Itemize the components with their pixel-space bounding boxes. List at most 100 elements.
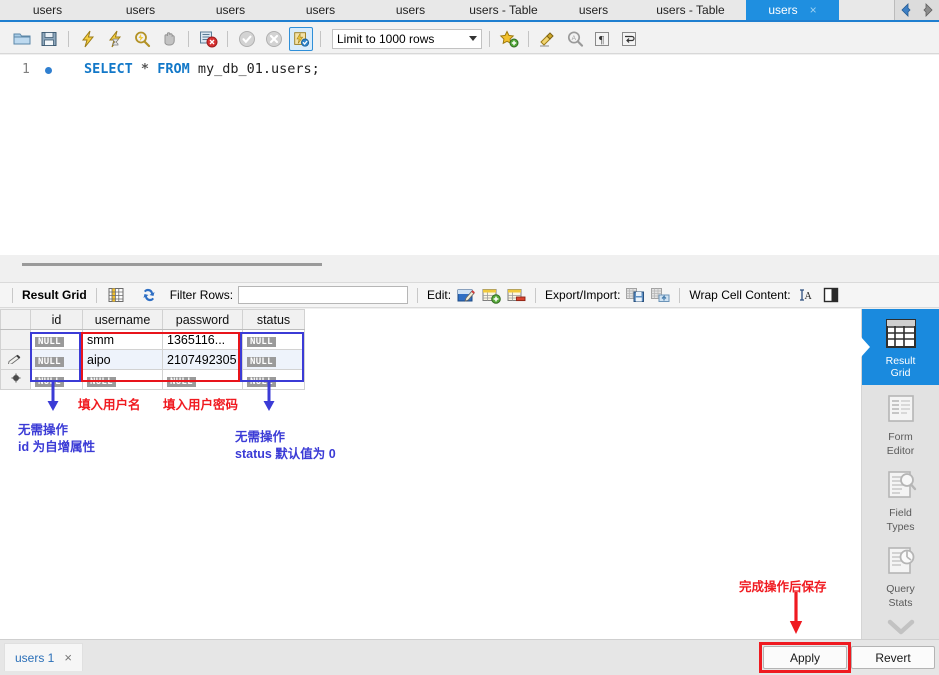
cell-password[interactable]: 2107492305 [162,349,243,370]
arrow-left-icon[interactable] [898,2,914,18]
autocommit-icon[interactable] [289,26,313,51]
annotation-id-line2: id 为自增属性 [18,440,96,454]
svg-text:¶: ¶ [599,34,604,46]
add-snippet-icon[interactable] [497,27,521,51]
row-marker-cell[interactable] [0,369,31,390]
cell-password[interactable]: NULL [162,369,243,390]
null-badge: NULL [247,356,276,367]
chevron-down-icon[interactable] [469,36,477,41]
table-row[interactable]: NULL smm 1365116... NULL [0,329,305,350]
grid-view-icon[interactable] [106,285,126,305]
chevron-down-icon[interactable] [862,613,939,641]
toolbar-separator [528,30,529,47]
editor-tab-3[interactable]: users [186,0,276,20]
editor-tab-6[interactable]: users - Table [456,0,552,20]
cell-password[interactable]: 1365116... [162,329,243,350]
commit-icon[interactable] [235,27,259,51]
wrap-text-icon[interactable]: A [796,285,816,305]
toolbar-separator [417,287,419,303]
toolbar-separator [320,30,321,47]
delete-row-icon[interactable] [506,285,526,305]
sidebar-item-form-editor[interactable]: Form Editor [862,385,939,461]
null-badge: NULL [35,336,64,347]
cell-id[interactable]: NULL [30,349,83,370]
row-limit-select[interactable]: Limit to 1000 rows [332,28,482,49]
editor-tab-7[interactable]: users [552,0,636,20]
editor-tab-4[interactable]: users [276,0,366,20]
execute-current-statement-icon[interactable] [103,27,127,51]
sql-statement-text[interactable]: SELECT * FROM my_db_01.users; [84,61,320,77]
resultset-tab-label: users 1 [15,650,55,665]
filter-rows-input[interactable] [238,286,409,304]
annotation-id-line1: 无需操作 [18,423,69,437]
arrow-right-icon[interactable] [920,2,936,18]
result-grid-icon [881,315,921,353]
cell-id[interactable]: NULL [30,369,83,390]
find-icon[interactable]: A [563,27,587,51]
resultset-tab[interactable]: users 1 × [4,643,83,671]
sql-editor-area[interactable]: 1 SELECT * FROM my_db_01.users; [0,55,939,255]
toolbar-separator [535,287,537,303]
refresh-icon[interactable] [139,285,159,305]
explain-statement-icon[interactable] [130,27,154,51]
annotation-apply: 完成操作后保存 [739,580,827,594]
toggle-panel-icon[interactable] [821,285,841,305]
save-script-icon[interactable] [37,27,61,51]
sql-token-table: my_db_01.users; [189,61,320,77]
sidebar-item-field-types[interactable]: Field Types [862,461,939,537]
cell-status[interactable]: NULL [242,349,305,370]
cell-username[interactable]: aipo [82,349,163,370]
splitter-grip[interactable] [22,263,322,266]
column-header-password[interactable]: password [162,309,243,330]
cell-username[interactable]: smm [82,329,163,350]
close-icon[interactable]: × [810,3,817,17]
toolbar-separator [679,287,681,303]
editor-tab-1[interactable]: users [0,0,96,20]
toggle-stop-on-error-icon[interactable] [196,27,220,51]
editor-tab-5[interactable]: users [366,0,456,20]
result-grid[interactable]: id username password status NULL smm 136… [0,309,862,639]
import-recordset-icon[interactable] [650,285,670,305]
toolbar-separator [188,30,189,47]
cell-username[interactable]: NULL [82,369,163,390]
annotation-status-line1: 无需操作 [235,430,286,444]
table-row[interactable]: NULL aipo 2107492305 NULL [0,349,305,370]
execute-statement-icon[interactable] [76,27,100,51]
column-header-id[interactable]: id [30,309,83,330]
row-marker-cell[interactable] [0,349,31,370]
cell-status[interactable]: NULL [242,329,305,350]
close-icon[interactable]: × [64,650,72,665]
toolbar-separator [489,30,490,47]
invisible-chars-icon[interactable]: ¶ [590,27,614,51]
column-header-username[interactable]: username [82,309,163,330]
edit-label: Edit: [427,288,452,302]
stop-statement-icon[interactable] [157,27,181,51]
editor-tab-label: users [305,3,336,17]
editor-tab-2[interactable]: users [96,0,186,20]
sidebar-item-query-stats[interactable]: Query Stats [862,537,939,613]
export-recordset-icon[interactable] [625,285,645,305]
row-marker-cell[interactable] [0,329,31,350]
open-sql-script-icon[interactable] [10,27,34,51]
annotation-status-line2: status 默认值为 0 [235,447,336,461]
statement-marker-icon[interactable] [45,67,52,74]
beautify-sql-icon[interactable] [536,27,560,51]
wrap-lines-icon[interactable] [617,27,641,51]
editor-results-splitter[interactable] [0,255,939,281]
revert-button[interactable]: Revert [851,646,935,669]
edit-cell-icon[interactable] [456,285,476,305]
cell-id[interactable]: NULL [30,329,83,350]
insert-row-icon[interactable] [481,285,501,305]
null-badge: NULL [167,376,196,387]
cell-status[interactable]: NULL [242,369,305,390]
editor-tab-active-users[interactable]: users × [746,0,840,20]
rollback-icon[interactable] [262,27,286,51]
column-header-status[interactable]: status [242,309,305,330]
editor-tab-8[interactable]: users - Table [636,0,746,20]
row-marker-header [0,309,31,330]
table-row-new[interactable]: NULL NULL NULL NULL [0,369,305,390]
apply-button[interactable]: Apply [763,646,847,669]
null-badge: NULL [247,336,276,347]
null-badge: NULL [35,376,64,387]
sidebar-item-result-grid[interactable]: Result Grid [861,309,939,385]
